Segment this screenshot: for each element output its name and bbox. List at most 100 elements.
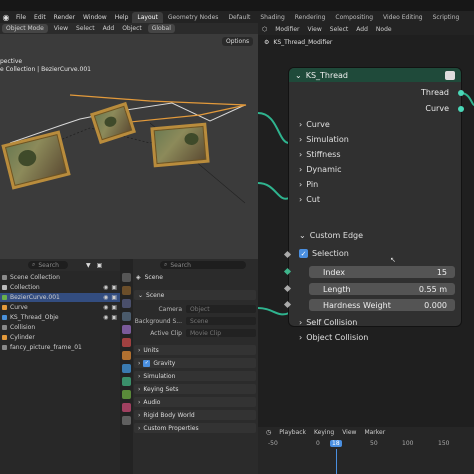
tab-compositing[interactable]: Compositing [330, 12, 378, 23]
outliner-row-label: Cylinder [10, 334, 35, 341]
selection-checkbox-row[interactable]: ✓ Selection [299, 249, 349, 258]
tool-tab-icon[interactable] [122, 273, 131, 282]
scene-tab-icon[interactable] [122, 325, 131, 334]
timeline-menu-view[interactable]: View [342, 429, 356, 436]
outliner-search[interactable]: ⌕ Search [28, 261, 68, 269]
timeline-menu-marker[interactable]: Marker [364, 429, 385, 436]
node-subpanel[interactable]: › Stiffness [299, 150, 340, 159]
tab-video-editing[interactable]: Video Editing [378, 12, 428, 23]
camera-icon[interactable]: ▣ [111, 304, 117, 311]
material-tab-icon[interactable] [122, 403, 131, 412]
tab-layout[interactable]: Layout [132, 11, 163, 23]
length-field[interactable]: Length 0.55 m [309, 283, 455, 295]
object-type-icon [2, 285, 7, 290]
world-tab-icon[interactable] [122, 338, 131, 347]
custom-edge-panel[interactable]: ⌄ Custom Edge [299, 231, 363, 240]
node-subpanel[interactable]: › Simulation [299, 135, 349, 144]
menu-window[interactable]: Window [79, 14, 111, 21]
index-field[interactable]: Index 15 [309, 266, 455, 278]
properties-section[interactable]: › Simulation [134, 371, 256, 381]
tab-geometry-nodes[interactable]: Geometry Nodes [163, 12, 224, 23]
data-tab-icon[interactable] [122, 390, 131, 399]
properties-section[interactable]: › Rigid Body World [134, 410, 256, 420]
properties-section[interactable]: › Audio [134, 397, 256, 407]
scene-section-header[interactable]: ⌄ Scene [134, 290, 256, 300]
new-collection-icon[interactable]: ▣ [97, 262, 103, 269]
outliner-row[interactable]: Scene Collection [0, 273, 120, 282]
filter-icon[interactable]: ▼ [86, 262, 91, 269]
background-scene-field: Background S... Scene [134, 316, 256, 326]
render-tab-icon[interactable] [122, 286, 131, 295]
outliner-header: ⌕ Search ▼ ▣ [0, 259, 120, 271]
node-group-icon[interactable] [445, 70, 455, 80]
ks-thread-node[interactable]: ⌄ KS_Thread Thread Curve › Curve › Simulati… [283, 68, 464, 327]
picture-frame-3[interactable] [150, 122, 210, 168]
chevron-down-icon[interactable]: ⌄ [295, 71, 302, 80]
view-layer-tab-icon[interactable] [122, 312, 131, 321]
timeline[interactable]: ◷ Playback Keying View Marker -50 0 18 5… [258, 427, 474, 474]
outliner-row-label: Collision [10, 324, 36, 331]
outliner-row[interactable]: KS_Thread_Obje ◉ ▣ [0, 313, 120, 322]
tab-default[interactable]: Default [223, 12, 255, 23]
camera-icon[interactable]: ▣ [111, 294, 117, 301]
properties-header: ⌕ Search [134, 259, 258, 271]
object-tab-icon[interactable] [122, 351, 131, 360]
timeline-menu-keying[interactable]: Keying [314, 429, 334, 436]
menu-file[interactable]: File [12, 14, 30, 21]
eye-icon[interactable]: ◉ [103, 294, 108, 301]
outliner-row[interactable]: Collision [0, 323, 120, 332]
blender-logo-icon[interactable]: ◉ [0, 13, 12, 22]
properties-section[interactable]: › ✓ Gravity [134, 358, 256, 368]
texture-tab-icon[interactable] [122, 416, 131, 425]
hardness-weight-field[interactable]: Hardness Weight 0.000 [309, 299, 455, 311]
timeline-menu-playback[interactable]: Playback [279, 429, 306, 436]
chevron-down-icon: ⌄ [138, 291, 144, 299]
menu-render[interactable]: Render [50, 14, 79, 21]
outliner-row[interactable]: BezierCurve.001 ◉ ▣ [0, 293, 120, 302]
background-scene-input[interactable]: Scene [186, 317, 256, 325]
camera-icon[interactable]: ▣ [111, 314, 117, 321]
object-type-icon [2, 315, 7, 320]
node-subpanel[interactable]: › Cut [299, 195, 320, 204]
clock-icon[interactable]: ◷ [266, 429, 271, 436]
self-collision-panel[interactable]: › Self Collision [299, 318, 357, 327]
properties-section[interactable]: › Custom Properties [134, 423, 256, 433]
properties-section[interactable]: › Keying Sets [134, 384, 256, 394]
properties-section[interactable]: › Units [134, 345, 256, 355]
current-frame-indicator[interactable]: 18 [330, 440, 342, 447]
object-type-icon [2, 305, 7, 310]
output-thread-socket[interactable] [458, 90, 464, 96]
physics-tab-icon[interactable] [122, 377, 131, 386]
object-collision-panel[interactable]: › Object Collision [299, 333, 368, 342]
eye-icon[interactable]: ◉ [103, 314, 108, 321]
camera-icon[interactable]: ▣ [111, 284, 117, 291]
outliner-row[interactable]: fancy_picture_frame_01 [0, 343, 120, 352]
outliner-row[interactable]: Collection ◉ ▣ [0, 283, 120, 292]
node-subpanel[interactable]: › Curve [299, 120, 330, 129]
tab-shading[interactable]: Shading [255, 12, 289, 23]
checkbox-checked-icon[interactable]: ✓ [299, 249, 308, 258]
output-curve-socket[interactable] [458, 106, 464, 112]
node-subpanel[interactable]: › Pin [299, 180, 318, 189]
menu-help[interactable]: Help [111, 14, 133, 21]
tab-scripting[interactable]: Scripting [428, 12, 465, 23]
active-clip-input[interactable]: Movie Clip [186, 329, 256, 337]
eye-icon[interactable]: ◉ [103, 284, 108, 291]
3d-viewport[interactable]: Object Mode View Select Add Object Globa… [0, 23, 258, 259]
eye-icon[interactable]: ◉ [103, 304, 108, 311]
output-tab-icon[interactable] [122, 299, 131, 308]
outliner-row-label: Collection [10, 284, 40, 291]
menu-edit[interactable]: Edit [30, 14, 50, 21]
properties-panel: ⌕ Search ◈ Scene ⌄ Scene Camera Object B… [120, 259, 258, 474]
node-header[interactable]: ⌄ KS_Thread [289, 68, 461, 82]
outliner-row[interactable]: Curve ◉ ▣ [0, 303, 120, 312]
camera-input[interactable]: Object [186, 305, 256, 313]
subpanel-label: Stiffness [306, 150, 341, 159]
node-editor[interactable]: ⬡ Modifier View Select Add Node ⚙ KS_Thr… [258, 23, 474, 427]
modifier-tab-icon[interactable] [122, 364, 131, 373]
outliner-row[interactable]: Cylinder [0, 333, 120, 342]
gravity-checkbox[interactable]: ✓ [143, 359, 151, 367]
tab-rendering[interactable]: Rendering [290, 12, 331, 23]
properties-search[interactable]: ⌕ Search [160, 261, 246, 269]
node-subpanel[interactable]: › Dynamic [299, 165, 341, 174]
